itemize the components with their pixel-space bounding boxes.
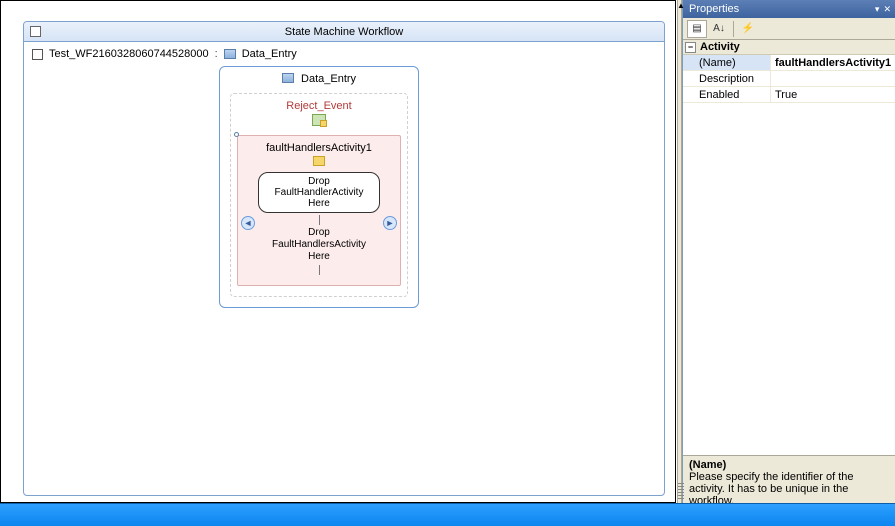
state-activity[interactable]: Data_Entry Reject_Event ◄ ► faultHandler… — [219, 66, 419, 308]
fault-activity-label: faultHandlersActivity1 — [244, 142, 394, 154]
splitter-arrow-icon: ▲ — [677, 2, 684, 9]
workflow-icon — [32, 49, 43, 60]
window-icon — [30, 26, 41, 37]
connector-line-icon — [319, 215, 320, 225]
nav-next-button[interactable]: ► — [383, 216, 397, 230]
document-header: State Machine Workflow — [24, 22, 664, 42]
panel-menu-button[interactable]: ▾ — [875, 4, 880, 15]
property-name: (Name) — [683, 55, 771, 70]
status-bar — [0, 503, 895, 526]
nav-prev-button[interactable]: ◄ — [241, 216, 255, 230]
event-driven-activity[interactable]: Reject_Event ◄ ► faultHandlersActivity1 … — [230, 93, 408, 297]
panel-splitter[interactable]: ▲ — [677, 0, 682, 503]
category-label: Activity — [700, 41, 740, 53]
properties-toolbar: ▤ A↓ ⚡ — [683, 18, 895, 40]
fault-icon — [313, 156, 325, 166]
drop-faulthandler-target[interactable]: Drop FaultHandlerActivity Here — [258, 172, 380, 213]
workflow-canvas-area: State Machine Workflow Test_WF2160328060… — [0, 0, 676, 503]
properties-title: Properties — [689, 3, 739, 15]
property-description-pane: (Name) Please specify the identifier of … — [683, 455, 895, 503]
breadcrumb: Test_WF2160328060744528000 : Data_Entry — [24, 42, 664, 66]
property-value[interactable]: True — [771, 87, 895, 102]
event-title: Reject_Event — [237, 100, 401, 112]
categorized-button[interactable]: ▤ — [687, 20, 707, 38]
breadcrumb-separator: : — [215, 48, 218, 60]
properties-header[interactable]: Properties ▾ ✕ — [683, 0, 895, 18]
property-value[interactable] — [771, 71, 895, 86]
property-row-enabled[interactable]: Enabled True — [683, 87, 895, 103]
description-text: Please specify the identifier of the act… — [689, 471, 889, 507]
fault-handlers-activity[interactable]: ◄ ► faultHandlersActivity1 Drop FaultHan… — [237, 135, 401, 286]
category-row[interactable]: − Activity — [683, 40, 895, 55]
selection-anchor-icon — [234, 132, 239, 137]
state-title-text: Data_Entry — [301, 73, 356, 85]
event-icon — [312, 114, 326, 126]
state-icon — [224, 49, 236, 59]
resize-grip-icon — [678, 483, 684, 501]
property-name: Enabled — [683, 87, 771, 102]
events-button[interactable]: ⚡ — [738, 20, 758, 38]
description-title: (Name) — [689, 459, 889, 471]
breadcrumb-state[interactable]: Data_Entry — [242, 48, 297, 60]
design-surface[interactable]: Data_Entry Reject_Event ◄ ► faultHandler… — [24, 66, 664, 489]
connector-line-icon — [319, 265, 320, 275]
alphabetical-button[interactable]: A↓ — [709, 20, 729, 38]
pin-icon[interactable]: ✕ — [883, 4, 891, 15]
properties-grid[interactable]: − Activity (Name) faultHandlersActivity1… — [683, 40, 895, 455]
workflow-document[interactable]: State Machine Workflow Test_WF2160328060… — [23, 21, 665, 496]
drop-faulthandlers-target[interactable]: Drop FaultHandlersActivity Here — [272, 227, 367, 263]
document-title: State Machine Workflow — [24, 26, 664, 38]
properties-panel: Properties ▾ ✕ ▤ A↓ ⚡ − Activity (Name) … — [682, 0, 895, 503]
collapse-toggle-icon[interactable]: − — [685, 42, 696, 53]
property-row-name[interactable]: (Name) faultHandlersActivity1 — [683, 55, 895, 71]
breadcrumb-workflow[interactable]: Test_WF2160328060744528000 — [49, 48, 209, 60]
property-value[interactable]: faultHandlersActivity1 — [771, 55, 895, 70]
toolbar-separator — [733, 21, 734, 37]
state-title: Data_Entry — [220, 67, 418, 93]
property-name: Description — [683, 71, 771, 86]
state-icon — [282, 73, 294, 83]
property-row-description[interactable]: Description — [683, 71, 895, 87]
